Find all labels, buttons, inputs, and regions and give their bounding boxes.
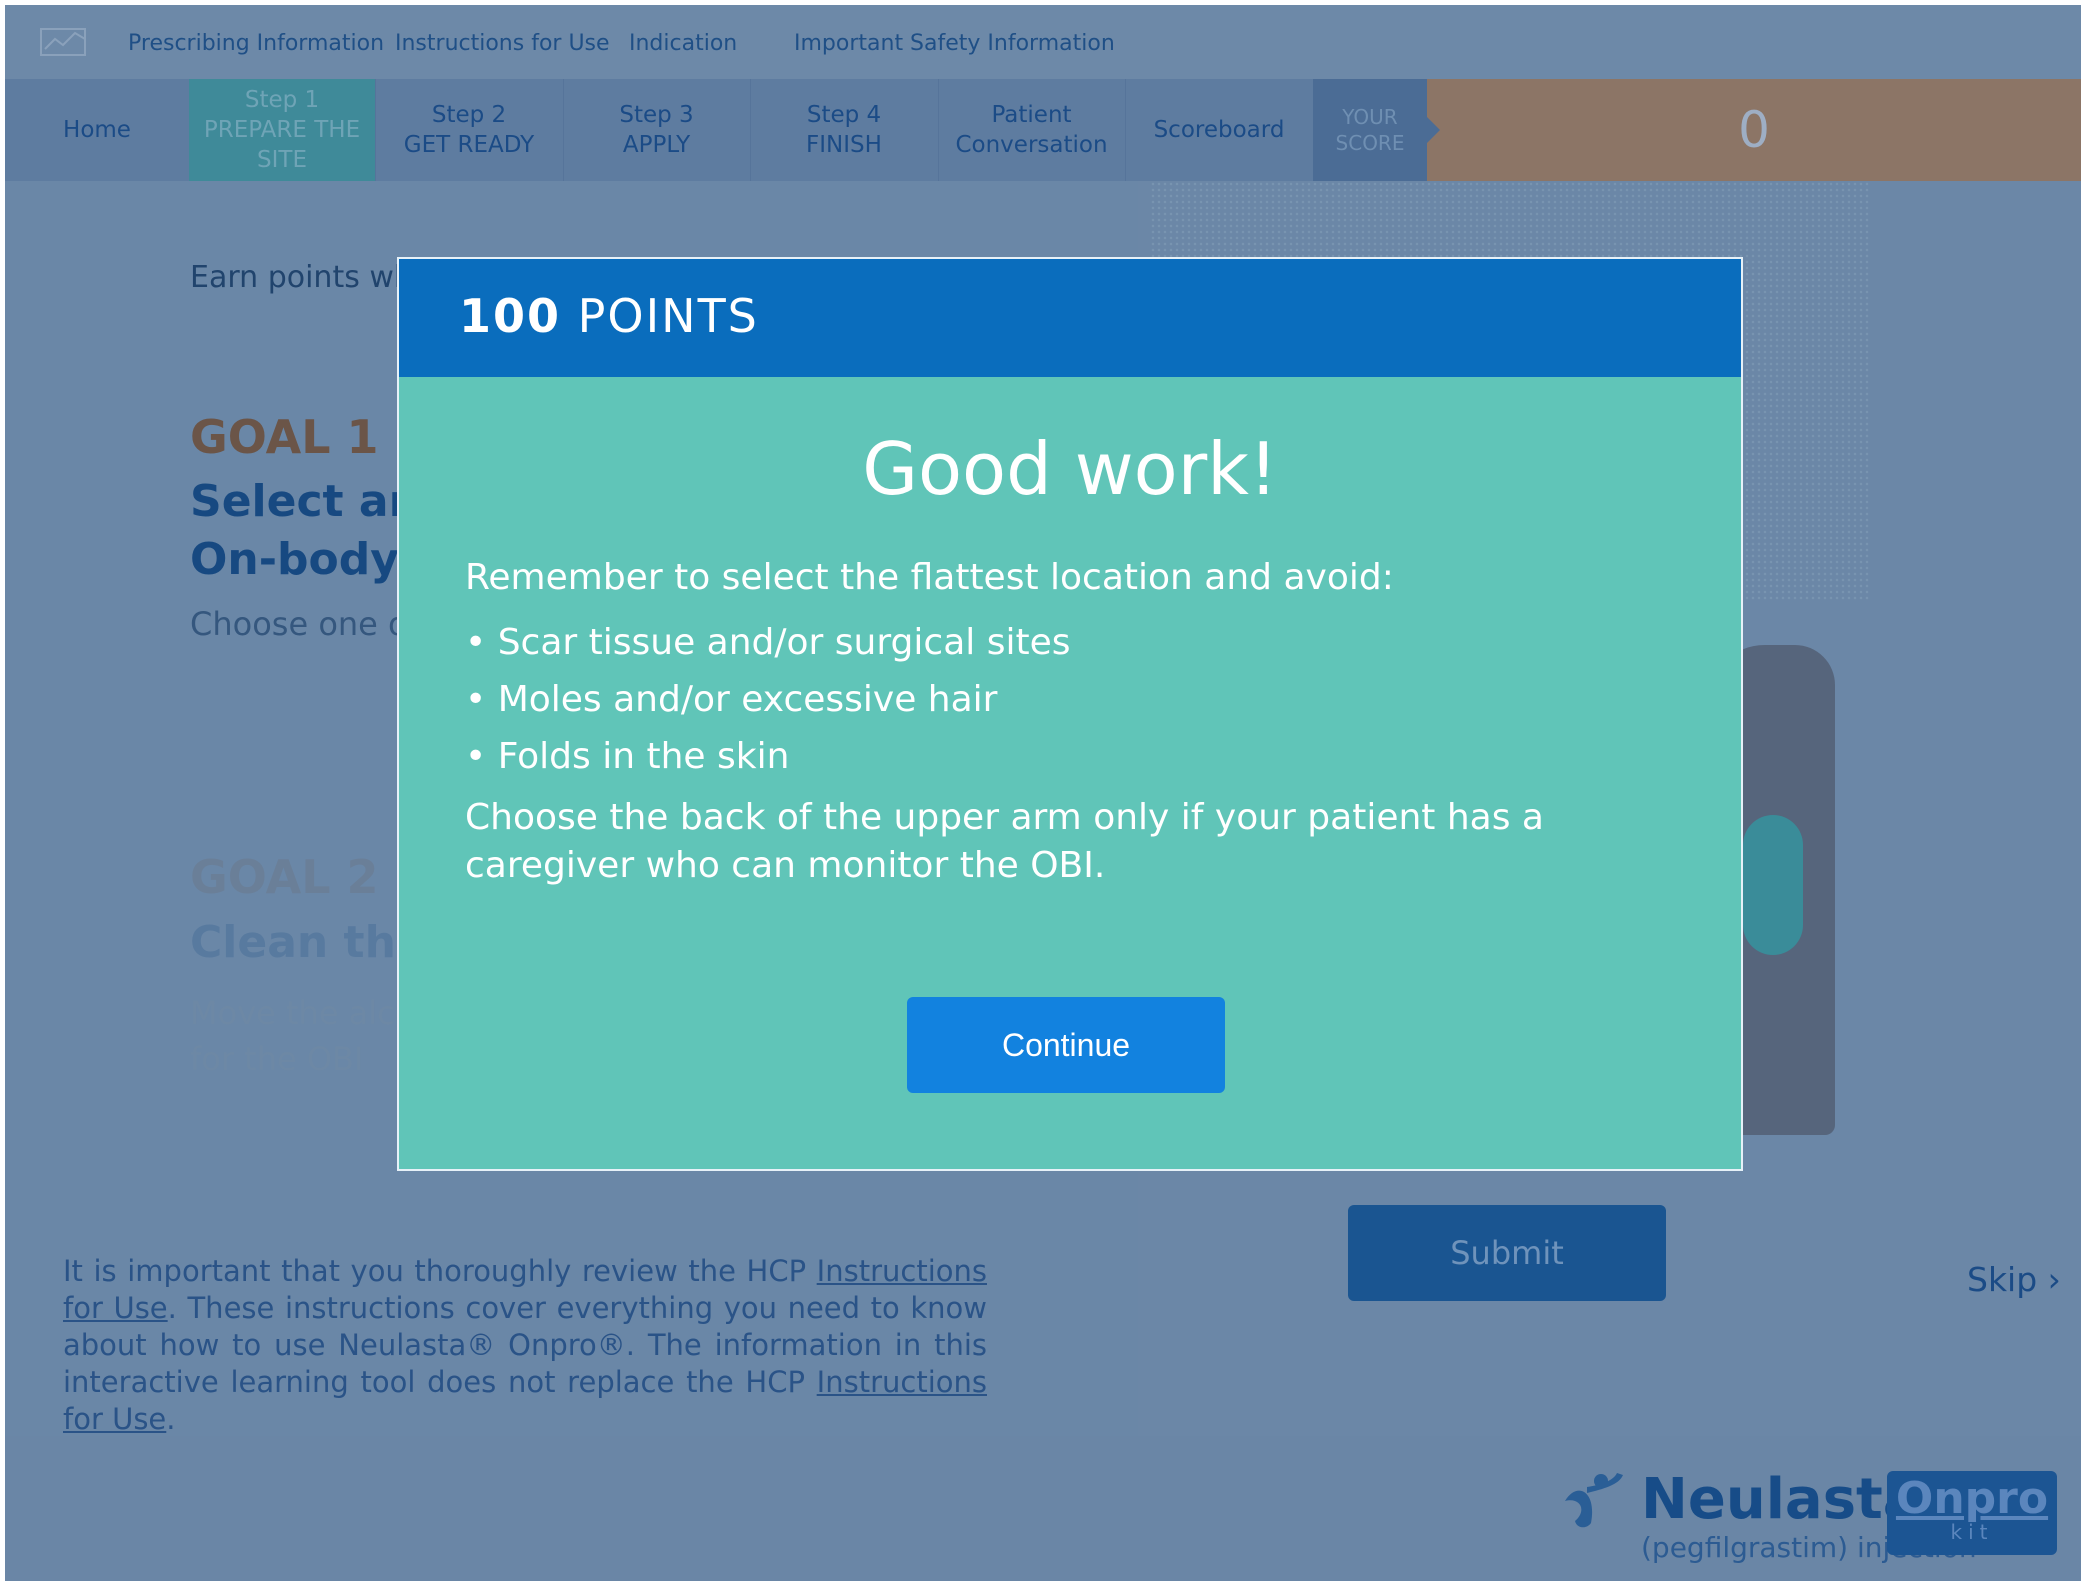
top-utility-bar: Prescribing Information Instructions for… [5, 5, 2081, 79]
nav-step-1[interactable]: Step 1 PREPARE THE SITE [189, 79, 376, 181]
chart-icon[interactable] [39, 25, 91, 59]
nav-step-3[interactable]: Step 3 APPLY [563, 79, 751, 181]
score-arrow [1427, 117, 1440, 143]
safety-info-link[interactable]: Important Safety Information [794, 31, 1115, 56]
points-modal: 100 POINTS Good work! Remember to select… [397, 257, 1743, 1171]
brand-name: Neulasta [1641, 1467, 1921, 1532]
nav-scoreboard[interactable]: Scoreboard [1125, 79, 1314, 181]
disclaimer-text: It is important that you thoroughly revi… [63, 1254, 987, 1436]
goal-2-title: Clean the [190, 917, 426, 968]
modal-avoid-list: Scar tissue and/or surgical sites Moles … [465, 614, 1071, 785]
goal-2-description: Move the alco for the OBI [190, 994, 415, 1078]
nav-step-2[interactable]: Step 2 GET READY [375, 79, 564, 181]
goal-2-label: GOAL 2 [190, 850, 379, 904]
list-item: Folds in the skin [465, 728, 1070, 785]
brand-logo: Neulasta (pegfilgrastim) injection Onpro… [1557, 1467, 2067, 1567]
earn-points-text: Earn points wh [190, 260, 413, 295]
prescribing-info-link[interactable]: Prescribing Information [128, 31, 384, 56]
app-page: Prescribing Information Instructions for… [5, 5, 2081, 1581]
instructions-link[interactable]: Instructions for Use [395, 31, 610, 56]
nav-patient-conversation[interactable]: Patient Conversation [938, 79, 1126, 181]
list-item: Scar tissue and/or surgical sites [465, 614, 1071, 671]
body-site-highlight[interactable] [1743, 815, 1803, 955]
modal-note: Choose the back of the upper arm only if… [465, 797, 1544, 886]
your-score-label: YOUR SCORE [1313, 79, 1428, 181]
goal-1-label: GOAL 1 [190, 410, 379, 464]
nav-step-4[interactable]: Step 4 FINISH [750, 79, 939, 181]
main-nav: Home Step 1 PREPARE THE SITE Step 2 GET … [5, 79, 2081, 181]
goal-1-title: Select an On-body [190, 476, 420, 585]
modal-title: Good work! [862, 427, 1278, 511]
goal-1-description: Choose one o [190, 605, 408, 643]
indication-link[interactable]: Indication [629, 31, 737, 56]
modal-points: 100 POINTS [459, 289, 759, 343]
submit-button[interactable]: Submit [1348, 1205, 1666, 1301]
nav-home[interactable]: Home [5, 79, 190, 181]
modal-intro: Remember to select the flattest location… [465, 557, 1394, 598]
list-item: Moles and/or excessive hair [465, 671, 1070, 728]
skip-button[interactable]: Skip › [1967, 1260, 2061, 1299]
score-value: 0 [1427, 79, 2081, 181]
continue-button[interactable]: Continue [907, 997, 1225, 1093]
brand-kit-badge: Onpro kit [1887, 1471, 2057, 1555]
brand-figure-icon [1565, 1473, 1623, 1528]
modal-header: 100 POINTS [399, 259, 1741, 377]
